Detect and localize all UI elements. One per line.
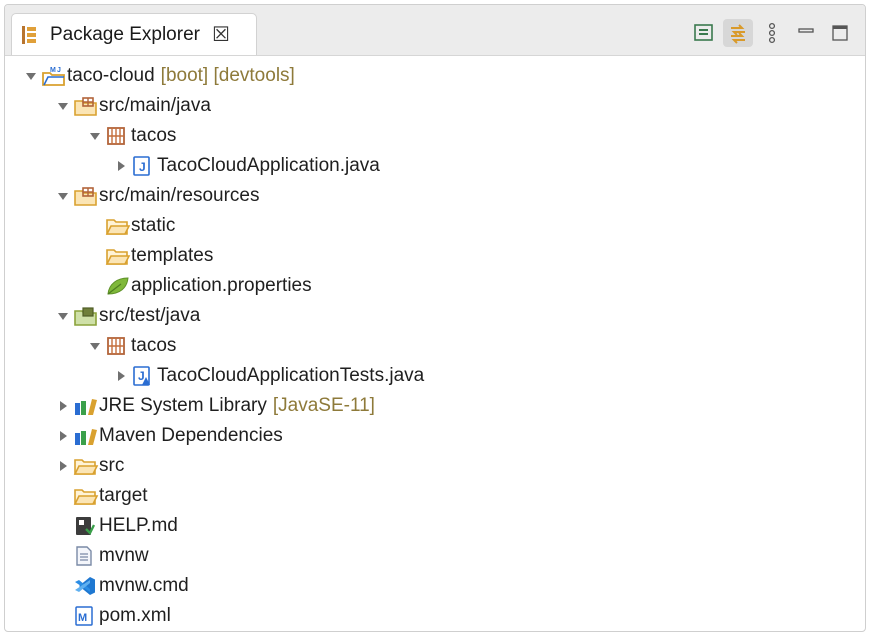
tree-item-tacos-test[interactable]: tacos xyxy=(5,331,865,361)
expanded-twisty-icon[interactable] xyxy=(89,340,101,352)
collapsed-twisty-icon[interactable] xyxy=(115,370,127,382)
library-icon xyxy=(73,395,99,417)
tree-item-label: tacos xyxy=(131,125,177,146)
tree-item-taco-cloud[interactable]: M J taco-cloud [boot] [devtools] xyxy=(5,61,865,91)
svg-text:M: M xyxy=(50,67,56,74)
folder-icon xyxy=(73,485,99,507)
tree-item-templates[interactable]: templates xyxy=(5,241,865,271)
minimize-button[interactable] xyxy=(791,19,821,47)
tree-item-label: HELP.md xyxy=(99,515,178,536)
expanded-twisty-icon[interactable] xyxy=(25,70,37,82)
package-explorer-view: Package Explorer ☒ M J taco-cloud [boot]… xyxy=(4,4,866,632)
svg-text:J: J xyxy=(138,369,145,383)
tree-item-maven-dependencies[interactable]: Maven Dependencies xyxy=(5,421,865,451)
expanded-twisty-icon[interactable] xyxy=(89,130,101,142)
folder-icon xyxy=(105,215,131,237)
tree-item-decoration: [JavaSE-11] xyxy=(272,395,375,416)
tab-title: Package Explorer xyxy=(50,23,200,45)
collapse-all-button[interactable] xyxy=(689,19,719,47)
tree-item-static[interactable]: static xyxy=(5,211,865,241)
tab-package-explorer[interactable]: Package Explorer ☒ xyxy=(11,13,257,55)
tree-item-label: mvnw.cmd xyxy=(99,575,189,596)
expanded-twisty-icon[interactable] xyxy=(57,100,69,112)
expanded-twisty-icon[interactable] xyxy=(57,310,69,322)
tree-item-label: taco-cloud xyxy=(67,65,155,86)
package-explorer-icon xyxy=(20,25,38,45)
tree-item-label: src/main/java xyxy=(99,95,211,116)
collapsed-twisty-icon[interactable] xyxy=(57,460,69,472)
tree-item-src-test-java[interactable]: src/test/java xyxy=(5,301,865,331)
tree-item-label: static xyxy=(131,215,176,236)
svg-text:M: M xyxy=(78,612,87,624)
tree-item-application-properties[interactable]: application.properties xyxy=(5,271,865,301)
tree-item-label: templates xyxy=(131,245,214,266)
svg-text:J: J xyxy=(139,160,146,174)
tree-item-label: target xyxy=(99,485,148,506)
collapsed-twisty-icon[interactable] xyxy=(57,400,69,412)
tree-item-pom-xml[interactable]: M pom.xml xyxy=(5,601,865,631)
package-icon xyxy=(105,125,131,147)
tree-item-label: src/main/resources xyxy=(99,185,260,206)
view-toolbar xyxy=(689,19,855,47)
tree-item-mvnw-cmd[interactable]: mvnw.cmd xyxy=(5,571,865,601)
minimize-icon xyxy=(798,28,814,33)
tree-item-label: src/test/java xyxy=(99,305,201,326)
tree-item-taco-cloud-application-tests-java[interactable]: J TacoCloudApplicationTests.java xyxy=(5,361,865,391)
tree-item-label: JRE System Library xyxy=(99,395,267,416)
vscode-file-icon xyxy=(73,575,99,597)
collapse-all-icon xyxy=(694,24,713,41)
tree-item-decoration: [boot] [devtools] xyxy=(160,65,295,86)
folder-icon xyxy=(73,455,99,477)
tree-item-src[interactable]: src xyxy=(5,451,865,481)
tree-item-target[interactable]: target xyxy=(5,481,865,511)
collapsed-twisty-icon[interactable] xyxy=(115,160,127,172)
markdown-file-icon xyxy=(73,515,99,537)
spring-leaf-icon xyxy=(105,275,131,297)
folder-icon xyxy=(105,245,131,267)
tree-item-jre-system-library[interactable]: JRE System Library [JavaSE-11] xyxy=(5,391,865,421)
close-icon[interactable]: ☒ xyxy=(212,25,230,45)
source-folder-icon xyxy=(73,95,99,117)
link-with-editor-button[interactable] xyxy=(723,19,753,47)
text-file-icon xyxy=(73,545,99,567)
maximize-button[interactable] xyxy=(825,19,855,47)
source-folder-icon xyxy=(73,185,99,207)
project-tree: M J taco-cloud [boot] [devtools] src/mai… xyxy=(5,55,865,631)
view-tab-bar: Package Explorer ☒ xyxy=(5,5,865,56)
tree-item-label: mvnw xyxy=(99,545,149,566)
library-icon xyxy=(73,425,99,447)
tree-item-label: TacoCloudApplication.java xyxy=(157,155,380,176)
tree-item-label: pom.xml xyxy=(99,605,171,626)
junit-test-file-icon: J xyxy=(131,365,157,387)
view-menu-button[interactable] xyxy=(757,19,787,47)
svg-text:J: J xyxy=(57,67,61,74)
tree-item-taco-cloud-application-java[interactable]: J TacoCloudApplication.java xyxy=(5,151,865,181)
tree-item-src-main-resources[interactable]: src/main/resources xyxy=(5,181,865,211)
collapsed-twisty-icon[interactable] xyxy=(57,430,69,442)
tree-item-label: Maven Dependencies xyxy=(99,425,283,446)
tree-item-help-md[interactable]: HELP.md xyxy=(5,511,865,541)
link-with-editor-icon xyxy=(731,24,745,44)
test-source-folder-icon xyxy=(73,305,99,327)
tree-item-tacos-main[interactable]: tacos xyxy=(5,121,865,151)
tree-item-mvnw[interactable]: mvnw xyxy=(5,541,865,571)
vertical-dots-icon xyxy=(768,22,776,44)
tree-item-label: application.properties xyxy=(131,275,312,296)
maven-pom-icon: M xyxy=(73,605,99,627)
maximize-icon xyxy=(832,25,848,41)
maven-project-icon: M J xyxy=(41,65,67,87)
package-icon xyxy=(105,335,131,357)
tree-item-label: src xyxy=(99,455,125,476)
expanded-twisty-icon[interactable] xyxy=(57,190,69,202)
tree-item-src-main-java[interactable]: src/main/java xyxy=(5,91,865,121)
tree-item-label: tacos xyxy=(131,335,177,356)
java-file-icon: J xyxy=(131,155,157,177)
tree-item-label: TacoCloudApplicationTests.java xyxy=(157,365,425,386)
